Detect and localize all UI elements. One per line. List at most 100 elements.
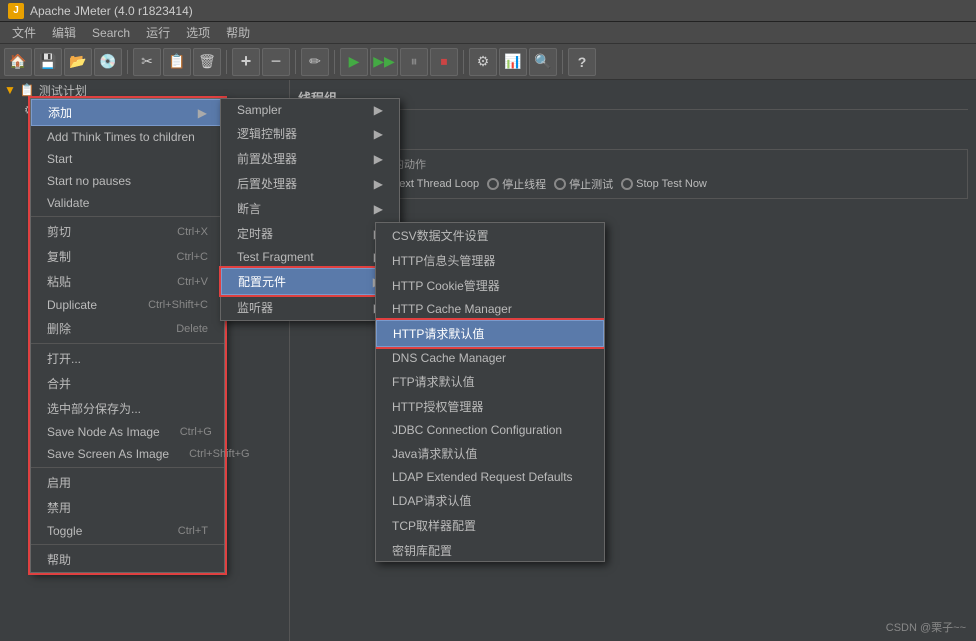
radio-stoptest-label: 停止测试 [569,176,613,192]
toolbar-copy[interactable]: 📋 [163,48,191,76]
ctx-sep1 [31,216,224,217]
ctx-disable[interactable]: 禁用 [31,495,224,520]
sub-logic-ctrl[interactable]: 逻辑控制器 ▶ [221,121,399,146]
ctx-validate[interactable]: Validate [31,192,224,214]
ctx-start[interactable]: Start [31,148,224,170]
submenu-add: Sampler ▶ 逻辑控制器 ▶ 前置处理器 ▶ 后置处理器 ▶ 断言 ▶ 定… [220,98,400,321]
sub-ldap-defaults[interactable]: LDAP请求认值 [376,488,604,513]
sub-jdbc[interactable]: JDBC Connection Configuration [376,419,604,441]
sub-keystore[interactable]: 密钥库配置 [376,538,604,562]
menu-run[interactable]: 运行 [138,22,178,43]
ctx-add[interactable]: 添加 ▶ [31,99,224,126]
sub-ftp-defaults[interactable]: FTP请求默认值 [376,369,604,394]
ctx-enable[interactable]: 启用 [31,470,224,495]
sep1 [127,50,128,74]
radio-stopthread-circle [487,178,499,190]
watermark: CSDN @栗子~~ [886,619,966,635]
sep6 [562,50,563,74]
ctx-paste[interactable]: 粘贴 Ctrl+V [31,269,224,294]
sub-http-header[interactable]: HTTP信息头管理器 [376,248,604,273]
ctx-add-think-times[interactable]: Add Think Times to children [31,126,224,148]
radio-row: 继续 Start Next Thread Loop 停止线程 停止测试 Stop… [305,176,961,192]
toolbar-help[interactable]: ? [568,48,596,76]
sub-http-defaults[interactable]: HTTP请求默认值 [376,320,604,347]
toolbar-report[interactable]: 📊 [499,48,527,76]
ctx-cut[interactable]: 剪切 Ctrl+X [31,219,224,244]
submenu-config-element: CSV数据文件设置 HTTP信息头管理器 HTTP Cookie管理器 HTTP… [375,222,605,562]
sub-assertion[interactable]: 断言 ▶ [221,196,399,221]
toolbar: 🏠 💾 📂 💿 ✂ 📋 🗑 + − ✏ ▶ ▶▶ ⏸ ⏹ ⚙ 📊 🔍 ? [0,44,976,80]
sub-timer[interactable]: 定时器 ▶ [221,221,399,246]
toolbar-stop[interactable]: ⏹ [430,48,458,76]
radio-stoptest-circle [554,178,566,190]
sep2 [226,50,227,74]
app-icon: J [8,3,24,19]
ctx-duplicate[interactable]: Duplicate Ctrl+Shift+C [31,294,224,316]
app-title: Apache JMeter (4.0 r1823414) [30,4,193,18]
sep3 [295,50,296,74]
toolbar-remove[interactable]: − [262,48,290,76]
radio-stopnow[interactable]: Stop Test Now [621,178,707,190]
ctx-add-arrow: ▶ [198,106,207,120]
toolbar-save[interactable]: 💾 [34,48,62,76]
sub-sampler[interactable]: Sampler ▶ [221,99,399,121]
ctx-sep3 [31,467,224,468]
sub-http-cookie[interactable]: HTTP Cookie管理器 [376,273,604,298]
testplan-label: 测试计划 [39,82,87,99]
context-menu-main: 添加 ▶ Add Think Times to children Start S… [30,98,225,573]
ctx-save-selection[interactable]: 选中部分保存为... [31,396,224,421]
toolbar-saveas[interactable]: 💿 [94,48,122,76]
sub-test-fragment[interactable]: Test Fragment ▶ [221,246,399,268]
toolbar-edit[interactable]: ✏ [301,48,329,76]
error-action-label: 样器错误后要执行的动作 [305,156,961,172]
menu-help[interactable]: 帮助 [218,22,258,43]
ctx-sep2 [31,343,224,344]
sep4 [334,50,335,74]
radio-stopnow-circle [621,178,633,190]
sub-config-element[interactable]: 配置元件 ▶ [221,268,399,295]
ctx-open[interactable]: 打开... [31,346,224,371]
ctx-sep4 [31,544,224,545]
toolbar-search[interactable]: 🔍 [529,48,557,76]
radio-stopthread[interactable]: 停止线程 [487,176,546,192]
tree-item-testplan[interactable]: ▼ 📋 测试计划 [0,80,289,100]
radio-stopthread-label: 停止线程 [502,176,546,192]
sub-post-processor[interactable]: 后置处理器 ▶ [221,171,399,196]
toolbar-delete[interactable]: 🗑 [193,48,221,76]
menu-edit[interactable]: 编辑 [44,22,84,43]
sub-csv[interactable]: CSV数据文件设置 [376,223,604,248]
sub-java-defaults[interactable]: Java请求默认值 [376,441,604,466]
ctx-save-screen-image[interactable]: Save Screen As Image Ctrl+Shift+G [31,443,224,465]
menu-options[interactable]: 选项 [178,22,218,43]
ctx-start-no-pauses[interactable]: Start no pauses [31,170,224,192]
menu-file[interactable]: 文件 [4,22,44,43]
sub-http-cache[interactable]: HTTP Cache Manager [376,298,604,320]
sub-tcp-config[interactable]: TCP取样器配置 [376,513,604,538]
ctx-delete[interactable]: 删除 Delete [31,316,224,341]
sep5 [463,50,464,74]
expand-arrow: ▼ [4,83,16,97]
toolbar-settings[interactable]: ⚙ [469,48,497,76]
toolbar-run-all[interactable]: ▶▶ [370,48,398,76]
toolbar-open[interactable]: 📂 [64,48,92,76]
toolbar-cut[interactable]: ✂ [133,48,161,76]
ctx-save-node-image[interactable]: Save Node As Image Ctrl+G [31,421,224,443]
ctx-merge[interactable]: 合并 [31,371,224,396]
sub-listener[interactable]: 监听器 ▶ [221,295,399,320]
sub-ldap-extended[interactable]: LDAP Extended Request Defaults [376,466,604,488]
toolbar-new[interactable]: 🏠 [4,48,32,76]
radio-stopnow-label: Stop Test Now [636,178,707,190]
sub-http-auth[interactable]: HTTP授权管理器 [376,394,604,419]
toolbar-add[interactable]: + [232,48,260,76]
ctx-toggle[interactable]: Toggle Ctrl+T [31,520,224,542]
radio-stoptest[interactable]: 停止测试 [554,176,613,192]
ctx-help[interactable]: 帮助 [31,547,224,572]
sub-pre-processor[interactable]: 前置处理器 ▶ [221,146,399,171]
menu-search[interactable]: Search [84,24,138,42]
testplan-icon: 📋 [20,83,35,97]
toolbar-run[interactable]: ▶ [340,48,368,76]
title-bar: J Apache JMeter (4.0 r1823414) [0,0,976,22]
toolbar-pause[interactable]: ⏸ [400,48,428,76]
ctx-copy[interactable]: 复制 Ctrl+C [31,244,224,269]
sub-dns-cache[interactable]: DNS Cache Manager [376,347,604,369]
